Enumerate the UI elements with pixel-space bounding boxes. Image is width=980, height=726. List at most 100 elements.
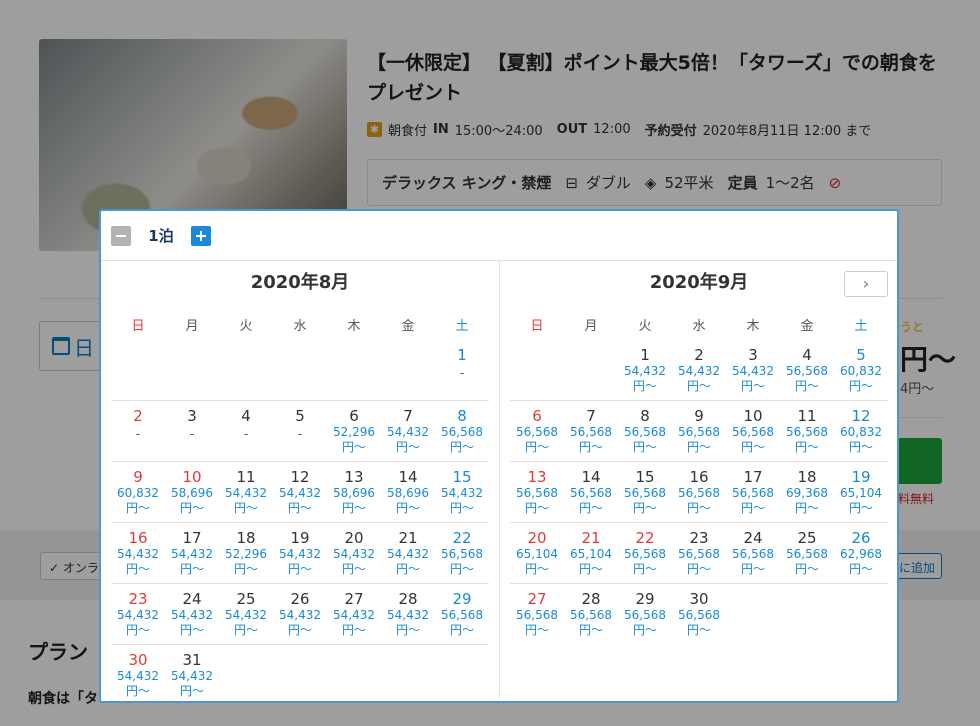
day-cell[interactable]: 11 56,568 円～ bbox=[780, 401, 834, 461]
day-number: 30 bbox=[689, 590, 709, 608]
day-price: 54,432 bbox=[171, 608, 213, 622]
empty-day-cell bbox=[111, 340, 165, 400]
day-price-unit: 円～ bbox=[632, 501, 657, 515]
day-cell[interactable]: 9 60,832 円～ bbox=[111, 462, 165, 522]
day-cell[interactable]: 23 54,432 円～ bbox=[111, 584, 165, 644]
day-price-unit: 円～ bbox=[578, 501, 603, 515]
day-price-unit: 円～ bbox=[578, 562, 603, 576]
day-number: 6 bbox=[349, 407, 359, 425]
day-cell[interactable]: 31 54,432 円～ bbox=[165, 645, 219, 706]
day-cell[interactable]: 17 56,568 円～ bbox=[726, 462, 780, 522]
day-cell[interactable]: 21 54,432 円～ bbox=[381, 523, 435, 583]
day-cell[interactable]: 21 65,104 円～ bbox=[564, 523, 618, 583]
day-cell[interactable]: 4 56,568 円～ bbox=[780, 340, 834, 400]
day-number: 21 bbox=[581, 529, 601, 547]
day-number: 13 bbox=[527, 468, 547, 486]
increase-nights-button[interactable] bbox=[191, 225, 211, 246]
day-cell[interactable]: 6 52,296 円～ bbox=[327, 401, 381, 461]
empty-day-cell bbox=[273, 340, 327, 400]
day-cell[interactable]: 8 56,568 円～ bbox=[618, 401, 672, 461]
day-cell[interactable]: 7 56,568 円～ bbox=[564, 401, 618, 461]
day-cell[interactable]: 29 56,568 円～ bbox=[618, 584, 672, 645]
day-number: 26 bbox=[290, 590, 310, 608]
day-cell: 3- bbox=[165, 401, 219, 461]
day-price-unit: 円～ bbox=[740, 501, 765, 515]
day-number: 21 bbox=[398, 529, 418, 547]
day-cell[interactable]: 6 56,568 円～ bbox=[510, 401, 564, 461]
weekday-label: 日 bbox=[530, 319, 544, 334]
day-cell[interactable]: 10 56,568 円～ bbox=[726, 401, 780, 461]
day-cell[interactable]: 1 54,432 円～ bbox=[618, 340, 672, 400]
day-cell[interactable]: 18 69,368 円～ bbox=[780, 462, 834, 522]
day-cell[interactable]: 25 56,568 円～ bbox=[780, 523, 834, 583]
day-number: 14 bbox=[581, 468, 601, 486]
day-number: 1 bbox=[640, 346, 650, 364]
day-number: 11 bbox=[236, 468, 256, 486]
day-number: 18 bbox=[236, 529, 256, 547]
day-cell[interactable]: 15 56,568 円～ bbox=[618, 462, 672, 522]
empty-day-cell bbox=[780, 584, 834, 645]
day-cell[interactable]: 16 54,432 円～ bbox=[111, 523, 165, 583]
day-cell[interactable]: 22 56,568 円～ bbox=[618, 523, 672, 583]
day-price-unit: 円～ bbox=[287, 501, 312, 515]
day-cell[interactable]: 17 54,432 円～ bbox=[165, 523, 219, 583]
day-cell[interactable]: 26 62,968 円～ bbox=[834, 523, 888, 583]
day-cell[interactable]: 18 52,296 円～ bbox=[219, 523, 273, 583]
day-price: 56,568 bbox=[516, 608, 558, 622]
day-cell[interactable]: 20 65,104 円～ bbox=[510, 523, 564, 583]
day-cell[interactable]: 26 54,432 円～ bbox=[273, 584, 327, 644]
day-cell[interactable]: 24 56,568 円～ bbox=[726, 523, 780, 583]
day-price: 54,432 bbox=[333, 608, 375, 622]
day-cell[interactable]: 15 54,432 円～ bbox=[435, 462, 489, 522]
day-unavailable: - bbox=[459, 366, 465, 380]
day-cell[interactable]: 22 56,568 円～ bbox=[435, 523, 489, 583]
day-cell[interactable]: 24 54,432 円～ bbox=[165, 584, 219, 644]
day-number: 3 bbox=[187, 407, 197, 425]
chevron-right-icon: › bbox=[862, 274, 870, 293]
day-cell[interactable]: 19 54,432 円～ bbox=[273, 523, 327, 583]
day-price-unit: 円～ bbox=[395, 623, 420, 637]
day-price-unit: 円～ bbox=[848, 501, 873, 515]
day-cell[interactable]: 3 54,432 円～ bbox=[726, 340, 780, 400]
day-cell[interactable]: 28 56,568 円～ bbox=[564, 584, 618, 645]
day-cell[interactable]: 20 54,432 円～ bbox=[327, 523, 381, 583]
day-cell[interactable]: 9 56,568 円～ bbox=[672, 401, 726, 461]
day-cell[interactable]: 13 58,696 円～ bbox=[327, 462, 381, 522]
day-price: 58,696 bbox=[387, 486, 429, 500]
day-cell[interactable]: 10 58,696 円～ bbox=[165, 462, 219, 522]
day-cell[interactable]: 25 54,432 円～ bbox=[219, 584, 273, 644]
day-cell[interactable]: 23 56,568 円～ bbox=[672, 523, 726, 583]
day-cell[interactable]: 19 65,104 円～ bbox=[834, 462, 888, 522]
day-number: 11 bbox=[797, 407, 817, 425]
nights-count: 1泊 bbox=[148, 227, 174, 245]
day-number: 24 bbox=[743, 529, 763, 547]
day-unavailable: - bbox=[243, 427, 249, 441]
day-cell[interactable]: 30 56,568 円～ bbox=[672, 584, 726, 645]
day-cell[interactable]: 5 60,832 円～ bbox=[834, 340, 888, 400]
day-cell[interactable]: 12 54,432 円～ bbox=[273, 462, 327, 522]
day-cell[interactable]: 11 54,432 円～ bbox=[219, 462, 273, 522]
day-price: 54,432 bbox=[441, 486, 483, 500]
day-cell[interactable]: 8 56,568 円～ bbox=[435, 401, 489, 461]
day-cell[interactable]: 7 54,432 円～ bbox=[381, 401, 435, 461]
day-price: 56,568 bbox=[441, 547, 483, 561]
day-cell[interactable]: 13 56,568 円～ bbox=[510, 462, 564, 522]
next-month-button[interactable]: › bbox=[844, 271, 888, 297]
decrease-nights-button[interactable] bbox=[111, 225, 131, 246]
day-cell[interactable]: 30 54,432 円～ bbox=[111, 645, 165, 706]
day-cell[interactable]: 16 56,568 円～ bbox=[672, 462, 726, 522]
day-cell[interactable]: 14 56,568 円～ bbox=[564, 462, 618, 522]
weekday-label: 月 bbox=[584, 319, 598, 334]
day-cell[interactable]: 27 56,568 円～ bbox=[510, 584, 564, 645]
day-cell[interactable]: 12 60,832 円～ bbox=[834, 401, 888, 461]
day-cell[interactable]: 14 58,696 円～ bbox=[381, 462, 435, 522]
day-price: 56,568 bbox=[570, 608, 612, 622]
day-number: 7 bbox=[403, 407, 413, 425]
day-price-unit: 円～ bbox=[686, 440, 711, 454]
day-number: 17 bbox=[743, 468, 763, 486]
day-cell[interactable]: 2 54,432 円～ bbox=[672, 340, 726, 400]
day-cell[interactable]: 28 54,432 円～ bbox=[381, 584, 435, 644]
day-price-unit: 円～ bbox=[578, 440, 603, 454]
day-cell[interactable]: 29 56,568 円～ bbox=[435, 584, 489, 644]
day-cell[interactable]: 27 54,432 円～ bbox=[327, 584, 381, 644]
